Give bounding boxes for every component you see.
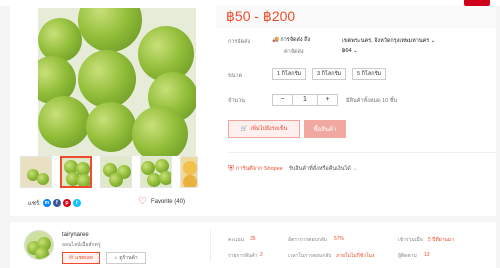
shop-name[interactable]: tairynaree xyxy=(62,232,89,238)
shopee-guarantee[interactable]: ⛨ การันตีจาก Shopee รับสินค้าที่สั่งหรือ… xyxy=(228,164,357,174)
twitter-icon[interactable]: t xyxy=(72,199,81,207)
shop-avatar[interactable] xyxy=(24,230,54,260)
stat-label-response-rate: อัตราการตอบกลับ xyxy=(288,237,327,243)
chevron-down-icon: ⌄ xyxy=(430,38,436,44)
stat-label-response-time: เวลาในการตอบกลับ xyxy=(288,253,332,259)
divider xyxy=(228,152,496,153)
shop-card: tairynaree ออนไลน์เมื่อสักครู่ ✉ แชทเลย … xyxy=(10,222,496,268)
stat-label-rating: คะแนน xyxy=(228,237,245,243)
thumbnail-3[interactable] xyxy=(100,156,132,188)
quantity-input[interactable]: 1 xyxy=(293,95,317,105)
chevron-down-icon: ⌄ xyxy=(353,48,358,54)
shop-status: ออนไลน์เมื่อสักครู่ xyxy=(62,242,101,248)
stat-value-joined: 5 ปีที่ผ่านมา xyxy=(428,237,454,243)
price-band: ฿50 - ฿200 xyxy=(216,6,496,28)
option-5kg[interactable]: 5 กิโลกรัม xyxy=(352,68,387,80)
quantity-increase-button[interactable]: + xyxy=(317,95,337,105)
stat-value-products: 2 xyxy=(260,252,263,258)
divider xyxy=(210,230,211,262)
view-shop-button[interactable]: ⌂ ดูร้านค้า xyxy=(106,252,146,264)
stat-value-response-rate: 57% xyxy=(334,236,345,242)
shipping-to-label: 🚚 การจัดส่ง ถึง xyxy=(272,37,311,43)
thumbnail-2[interactable] xyxy=(60,156,92,188)
favorite-label: Favorite (40) xyxy=(150,199,185,205)
stat-label-followers: ผู้ติดตาม xyxy=(398,253,417,259)
cart-icon: 🛒 xyxy=(240,126,248,132)
add-to-cart-button[interactable]: 🛒 เพิ่มไปยังรถเข็น xyxy=(228,120,300,138)
stat-label-joined: เข้าร่วมเมื่อ xyxy=(398,237,423,243)
chat-icon: ✉ xyxy=(69,255,74,261)
messenger-icon[interactable]: m xyxy=(42,199,51,207)
share-row: แชร์: m f p t xyxy=(28,198,81,208)
shipping-fee-value: ฿64 ⌄ xyxy=(342,48,358,54)
product-card: แชร์: m f p t ♡ Favorite (40) ฿50 - ฿200… xyxy=(10,6,496,216)
facebook-icon[interactable]: f xyxy=(52,199,61,207)
quantity-decrease-button[interactable]: − xyxy=(273,95,293,105)
thumbnail-4[interactable] xyxy=(140,156,172,188)
shipping-destination[interactable]: เขตพระนคร, จังหวัดกรุงเทพมหานคร ⌄ xyxy=(342,37,435,45)
quantity-label: จำนวน xyxy=(228,98,245,104)
shipping-fee-label: ค่าจัดส่ง xyxy=(284,49,304,55)
product-main-image[interactable] xyxy=(38,8,196,156)
chevron-down-icon: ⌄ xyxy=(352,166,358,172)
stock-text: มีสินค้าทั้งหมด 10 ชิ้น xyxy=(346,98,398,104)
thumbnail-5[interactable] xyxy=(180,156,198,188)
quantity-stepper: − 1 + xyxy=(272,94,338,106)
heart-icon: ♡ xyxy=(138,196,147,207)
favorite-button[interactable]: ♡ Favorite (40) xyxy=(138,196,185,207)
shipping-label: การจัดส่ง xyxy=(228,39,251,45)
shop-icon: ⌂ xyxy=(114,255,118,261)
option-1kg[interactable]: 1 กิโลกรัม xyxy=(272,68,307,80)
thumbnail-1[interactable] xyxy=(20,156,52,188)
stat-value-rating: 35 xyxy=(250,236,256,242)
option-3kg[interactable]: 3 กิโลกรัม xyxy=(312,68,347,80)
share-label: แชร์: xyxy=(28,201,41,207)
stat-value-response-time: ภายในไม่กี่ชั่วโมง xyxy=(336,253,375,259)
chat-button[interactable]: ✉ แชทเลย xyxy=(62,252,100,264)
product-price: ฿50 - ฿200 xyxy=(226,8,296,24)
buy-now-button[interactable]: ซื้อสินค้า xyxy=(304,120,346,138)
stat-value-followers: 13 xyxy=(424,252,430,258)
truck-icon: 🚚 xyxy=(272,37,279,43)
shield-icon: ⛨ xyxy=(228,164,234,173)
pinterest-icon[interactable]: p xyxy=(62,199,71,207)
option-label: ขนาด xyxy=(228,73,243,79)
stat-label-products: รายการสินค้า xyxy=(228,253,258,259)
